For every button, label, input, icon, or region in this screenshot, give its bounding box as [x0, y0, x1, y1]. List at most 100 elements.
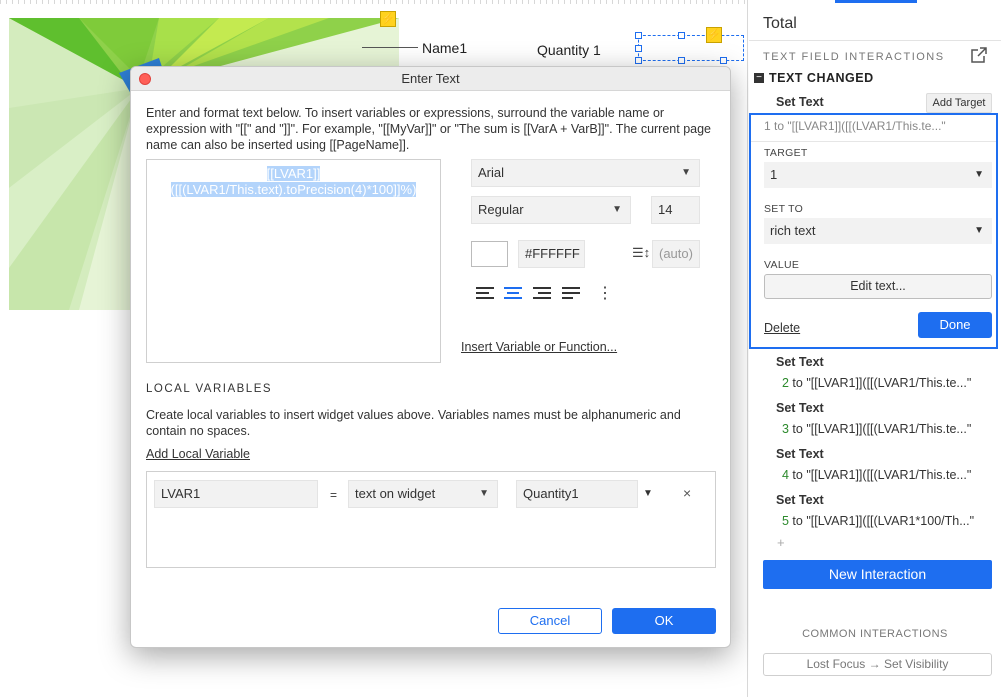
align-center-icon[interactable] [504, 287, 522, 303]
dropdown-triangle-icon[interactable]: ▼ [643, 488, 653, 499]
line-height-input[interactable]: (auto) [652, 240, 700, 268]
set-to-select[interactable]: rich text ▼ [764, 218, 992, 244]
value-label: VALUE [764, 259, 800, 271]
resize-handle[interactable] [678, 32, 685, 39]
font-size-input[interactable]: 14 [651, 196, 700, 224]
add-local-variable-link[interactable]: Add Local Variable [146, 447, 250, 461]
connector-line [362, 47, 418, 48]
resize-handle[interactable] [635, 32, 642, 39]
selected-widget[interactable] [638, 35, 744, 61]
action-text: to "[[LVAR1]]([[(LVAR1/This.te..." [788, 376, 972, 390]
insert-variable-link[interactable]: Insert Variable or Function... [461, 340, 617, 354]
ok-button[interactable]: OK [612, 608, 716, 634]
new-interaction-button[interactable]: New Interaction [763, 560, 992, 589]
name1-label[interactable]: Name1 [422, 40, 467, 56]
interactions-panel: Total TEXT FIELD INTERACTIONS − TEXT CHA… [749, 0, 1001, 697]
dialog-titlebar[interactable]: Enter Text [131, 67, 730, 91]
resize-handle[interactable] [635, 45, 642, 52]
collapse-icon[interactable]: − [754, 73, 764, 83]
common-interaction-button[interactable]: Lost Focus → Set Visibility [763, 653, 992, 676]
font-size-value: 14 [658, 202, 673, 217]
action-title[interactable]: Set Text [776, 447, 824, 461]
lightning-icon[interactable]: ⚡ [706, 27, 722, 43]
open-external-icon[interactable] [971, 47, 987, 63]
color-swatch[interactable] [471, 241, 508, 267]
chevron-down-icon: ▼ [974, 225, 984, 236]
action-title[interactable]: Set Text [776, 355, 824, 369]
chevron-down-icon: ▼ [479, 488, 489, 499]
cancel-button[interactable]: Cancel [498, 608, 602, 634]
font-family-select[interactable]: Arial ▼ [471, 159, 700, 187]
target-number: 3 [782, 422, 789, 436]
ruler [0, 0, 747, 4]
action-editor: 1 to "[[LVAR1]]([[(LVAR1/This.te..." TAR… [749, 113, 998, 349]
equals-sign: = [330, 488, 338, 502]
dialog-description: Enter and format text below. To insert v… [146, 106, 712, 152]
remove-variable-icon[interactable]: × [683, 485, 691, 501]
variable-name-input[interactable]: LVAR1 [154, 480, 318, 508]
quantity-label[interactable]: Quantity 1 [537, 42, 601, 58]
action-text: to "[[LVAR1]]([[(LVAR1/This.te..." [788, 468, 972, 482]
color-hex-input[interactable]: #FFFFFF [518, 240, 585, 268]
common-interactions-heading: COMMON INTERACTIONS [802, 628, 948, 640]
line-height-value: (auto) [659, 246, 693, 261]
font-style-value: Regular [478, 202, 524, 217]
set-to-value: rich text [770, 223, 816, 238]
dialog-title: Enter Text [401, 71, 460, 86]
target-number: 4 [782, 468, 789, 482]
chevron-down-icon: ▼ [612, 204, 622, 215]
close-icon[interactable] [139, 73, 151, 85]
chevron-down-icon: ▼ [974, 169, 984, 180]
set-to-label: SET TO [764, 203, 804, 215]
chevron-down-icon: ▼ [681, 167, 691, 178]
enter-text-dialog: Enter Text Enter and format text below. … [130, 66, 731, 648]
done-button[interactable]: Done [918, 312, 992, 338]
event-title[interactable]: TEXT CHANGED [769, 71, 874, 85]
panel-title: Total [763, 15, 797, 32]
more-options-icon[interactable]: ⋮ [597, 286, 613, 302]
target-value: 1 [770, 167, 778, 182]
action-title[interactable]: Set Text [776, 401, 824, 415]
resize-handle[interactable] [720, 57, 727, 64]
align-justify-icon[interactable] [562, 287, 580, 303]
divider [749, 40, 1001, 41]
active-tab-indicator [835, 0, 917, 3]
local-variables-heading: LOCAL VARIABLES [146, 383, 273, 395]
resize-handle[interactable] [635, 57, 642, 64]
editor-line: [[LVAR1]] [266, 166, 321, 181]
action-text: to "[[LVAR1]]([[(LVAR1/This.te..." [788, 422, 972, 436]
font-family-value: Arial [478, 165, 505, 180]
target-label: TARGET [764, 147, 808, 159]
variable-target-value: Quantity1 [523, 486, 579, 501]
lightning-icon[interactable]: ⚡ [380, 11, 396, 27]
variable-name-value: LVAR1 [161, 486, 201, 501]
action-detail[interactable]: 5 to "[[LVAR1]]([[(LVAR1*100/Th..." [782, 514, 974, 528]
variable-type-value: text on widget [355, 486, 436, 501]
target-number: 2 [782, 376, 789, 390]
action-summary[interactable]: 1 to "[[LVAR1]]([[(LVAR1/This.te..." [764, 119, 946, 133]
interactions-heading: TEXT FIELD INTERACTIONS [763, 51, 945, 63]
color-hex-value: #FFFFFF [525, 246, 580, 261]
variable-target-input[interactable]: Quantity1 [516, 480, 638, 508]
action-detail[interactable]: 3 to "[[LVAR1]]([[(LVAR1/This.te..." [782, 422, 971, 436]
action-detail[interactable]: 2 to "[[LVAR1]]([[(LVAR1/This.te..." [782, 376, 971, 390]
target-number: 5 [782, 514, 789, 528]
action-title[interactable]: Set Text [776, 95, 824, 109]
target-select[interactable]: 1 ▼ [764, 162, 992, 188]
add-action-icon[interactable]: + [777, 535, 785, 550]
local-variables-description: Create local variables to insert widget … [146, 408, 681, 438]
variable-type-select[interactable]: text on widget ▼ [348, 480, 498, 508]
align-right-icon[interactable] [533, 287, 551, 303]
action-detail[interactable]: 4 to "[[LVAR1]]([[(LVAR1/This.te..." [782, 468, 971, 482]
delete-link[interactable]: Delete [764, 321, 800, 335]
editor-line: ([[(LVAR1/This.text).toPrecision(4)*100]… [170, 182, 417, 197]
edit-text-button[interactable]: Edit text... [764, 274, 992, 299]
add-target-button[interactable]: Add Target [926, 93, 992, 113]
align-left-icon[interactable] [476, 287, 494, 303]
resize-handle[interactable] [678, 57, 685, 64]
rich-text-editor[interactable]: [[LVAR1]] ([[(LVAR1/This.text).toPrecisi… [146, 159, 441, 363]
action-title[interactable]: Set Text [776, 493, 824, 507]
action-text: to "[[LVAR1]]([[(LVAR1*100/Th..." [788, 514, 975, 528]
font-style-select[interactable]: Regular ▼ [471, 196, 631, 224]
divider [751, 141, 996, 142]
